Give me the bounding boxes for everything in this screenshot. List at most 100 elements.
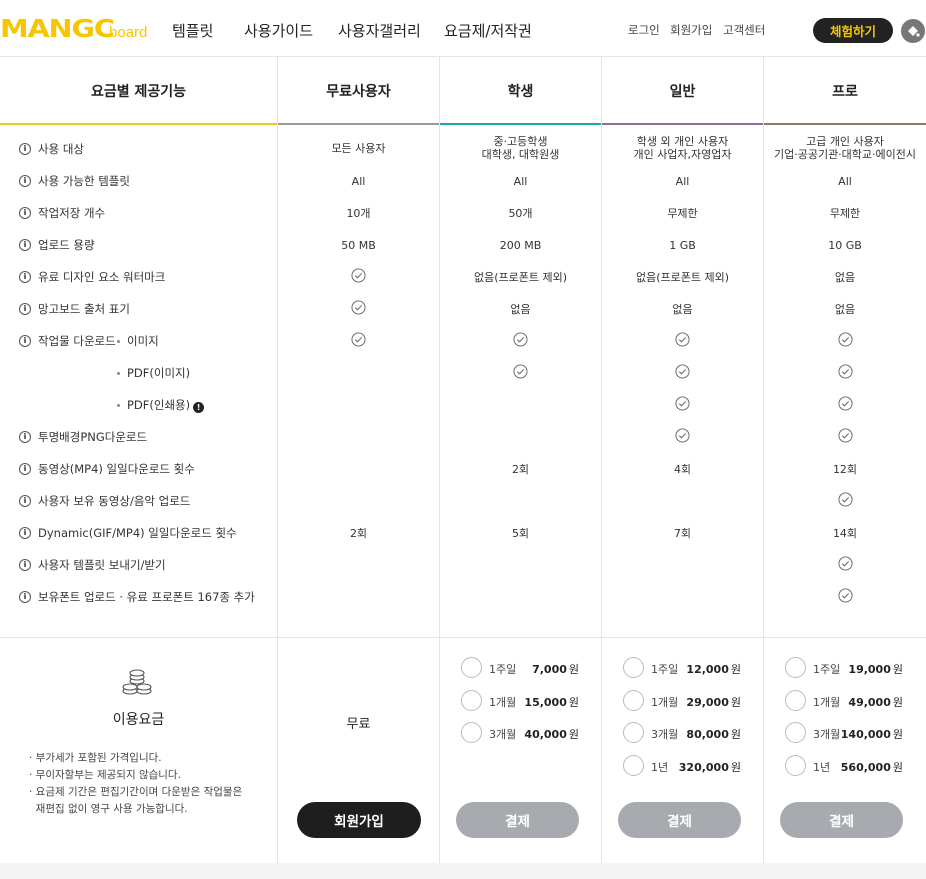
currency-unit: 원 — [892, 728, 903, 741]
currency-unit: 원 — [568, 663, 579, 676]
nav-user-gallery[interactable]: 사용자갤러리 — [338, 20, 421, 41]
info-icon[interactable]: i — [19, 175, 31, 187]
price-option-general[interactable]: 1주일 12,000 원 — [623, 657, 741, 679]
info-icon[interactable]: i — [19, 591, 31, 603]
price-option-general[interactable]: 3개월 80,000 원 — [623, 722, 741, 744]
nav-user-guide[interactable]: 사용가이드 — [244, 20, 313, 41]
trial-button[interactable]: 체험하기 — [813, 18, 893, 43]
login-link[interactable]: 로그인 — [628, 22, 660, 38]
info-icon[interactable]: i — [19, 207, 31, 219]
feature-sublabel-text: PDF(인쇄용) — [127, 398, 191, 412]
mangoboard-logo[interactable]: MANGC board — [0, 14, 147, 44]
price-option-general[interactable]: 1개월 29,000 원 — [623, 689, 741, 712]
info-icon[interactable]: i — [19, 463, 31, 475]
plan-cell-text: 5회 — [511, 526, 530, 540]
info-icon[interactable]: i — [19, 527, 31, 539]
price-option-pro[interactable]: 3개월 140,000 원 — [785, 722, 903, 744]
price-option-pro[interactable]: 1개월 49,000 원 — [785, 689, 903, 712]
radio-button[interactable] — [785, 689, 806, 711]
plan-cell: All — [278, 165, 439, 197]
plan-cell — [278, 453, 439, 485]
radio-button[interactable] — [785, 657, 806, 678]
currency-unit: 원 — [730, 728, 741, 741]
plan-cell-text: 개인 사업자,자영업자 — [633, 148, 732, 161]
price-option-student[interactable]: 1주일 7,000 원 — [461, 657, 579, 679]
feature-label: 동영상(MP4) 일일다운로드 횟수 — [38, 462, 195, 476]
plan-cell: All — [440, 165, 601, 197]
price-option-student[interactable]: 3개월 40,000 원 — [461, 722, 579, 744]
logo-wordmark: MANGC — [0, 14, 115, 43]
bullet-dot — [117, 339, 120, 343]
plan-cell: 무제한 — [764, 197, 926, 229]
price-period: 1년 — [813, 760, 831, 774]
plan-cell: 2회 — [278, 517, 439, 549]
warning-icon[interactable]: ! — [193, 402, 205, 413]
plan-cell — [764, 357, 926, 389]
radio-button[interactable] — [623, 657, 644, 678]
plan-cell-text: 50 MB — [341, 238, 376, 252]
feature-label: 사용자 보유 동영상/음악 업로드 — [38, 494, 191, 508]
currency-unit: 원 — [730, 760, 741, 774]
price-option-student[interactable]: 1개월 15,000 원 — [461, 689, 579, 712]
feature-label: 작업저장 개수 — [38, 206, 106, 220]
price-period: 1주일 — [651, 663, 679, 676]
plan-cell — [602, 581, 763, 613]
price-option-pro[interactable]: 1주일 19,000 원 — [785, 657, 903, 679]
radio-button[interactable] — [623, 689, 644, 711]
price-amount: 19,000 원 — [848, 661, 903, 677]
check-circle-icon — [675, 396, 690, 414]
feature-row-label: PDF(이미지) — [0, 357, 277, 389]
plan-cell: 고급 개인 사용자 기업·공공기관·대학교·에이전시 — [764, 132, 926, 164]
radio-button[interactable] — [461, 689, 482, 711]
plan-cell-text: 없음 — [672, 302, 693, 316]
info-icon[interactable]: i — [19, 143, 31, 155]
signup-button[interactable]: 회원가입 — [297, 802, 421, 838]
plan-cell — [602, 421, 763, 453]
pay-button-pro[interactable]: 결제 — [780, 802, 903, 838]
info-icon[interactable]: i — [19, 271, 31, 283]
signup-link[interactable]: 회원가입 — [670, 22, 712, 38]
info-icon[interactable]: i — [19, 495, 31, 507]
pay-button-general[interactable]: 결제 — [618, 802, 741, 838]
radio-button[interactable] — [785, 754, 806, 776]
info-icon[interactable]: i — [19, 559, 31, 571]
price-option-pro[interactable]: 1년 560,000 원 — [785, 754, 903, 777]
info-icon[interactable]: i — [19, 239, 31, 251]
info-icon[interactable]: i — [19, 335, 31, 347]
radio-button[interactable] — [461, 657, 482, 678]
price-amount: 320,000 원 — [679, 759, 741, 775]
price-value: 12,000 — [686, 663, 729, 676]
radio-button[interactable] — [461, 722, 482, 743]
price-period: 1개월 — [651, 695, 679, 709]
nav-templates[interactable]: 템플릿 — [172, 20, 213, 41]
radio-button[interactable] — [785, 722, 806, 743]
price-value: 49,000 — [848, 695, 891, 709]
radio-button[interactable] — [623, 754, 644, 776]
radio-button[interactable] — [623, 722, 644, 743]
customer-center-link[interactable]: 고객센터 — [723, 22, 765, 38]
plan-cell-text: 10개 — [346, 206, 371, 220]
plan-cell-text: 4회 — [673, 462, 692, 476]
price-amount: 7,000 원 — [532, 661, 579, 677]
price-amount: 29,000 원 — [686, 694, 741, 710]
nav-pricing-copyright[interactable]: 요금제/저작권 — [444, 20, 532, 41]
plan-cell: 10 GB — [764, 229, 926, 261]
price-value: 140,000 — [840, 728, 891, 741]
plan-cell — [764, 421, 926, 453]
info-icon[interactable]: i — [19, 431, 31, 443]
price-value: 29,000 — [686, 695, 729, 709]
pay-button-student[interactable]: 결제 — [456, 802, 579, 838]
paint-bucket-icon[interactable] — [901, 19, 925, 43]
bullet-dot — [117, 371, 120, 375]
plan-cell — [278, 549, 439, 581]
price-value: 80,000 — [686, 728, 729, 741]
pricing-note: · 부가세가 포함된 가격입니다. — [29, 752, 162, 764]
plan-cell — [602, 549, 763, 581]
price-option-general[interactable]: 1년 320,000 원 — [623, 754, 741, 777]
check-circle-icon — [513, 364, 528, 382]
plan-header-free: 무료사용자 — [326, 84, 391, 100]
plan-cell — [440, 389, 601, 421]
info-icon[interactable]: i — [19, 303, 31, 315]
feature-row-label: i 보유폰트 업로드 · 유료 프로폰트 167종 추가 — [0, 581, 277, 613]
feature-row-label: i 작업저장 개수 — [0, 197, 277, 229]
